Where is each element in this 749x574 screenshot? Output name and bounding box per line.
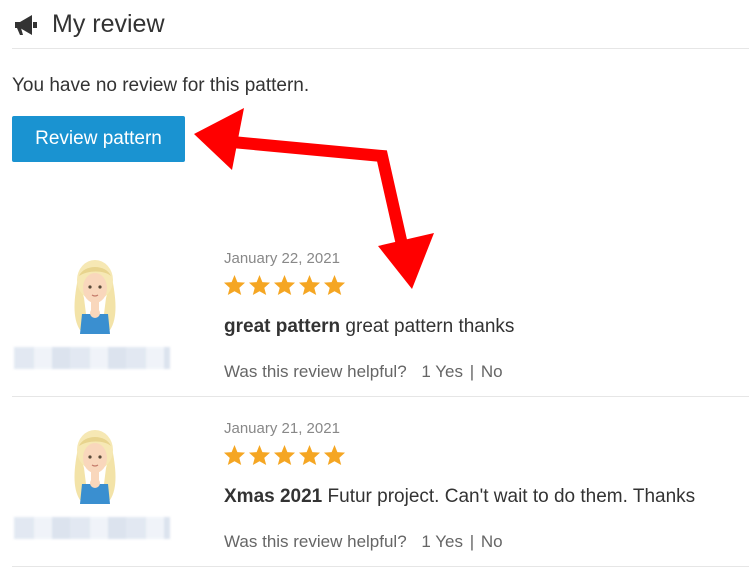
- helpful-no-link[interactable]: No: [481, 532, 503, 551]
- review-title: great pattern: [224, 316, 341, 337]
- username-blurred: [14, 517, 170, 539]
- review-content: Xmas 2021 Futur project. Can't wait to d…: [224, 486, 695, 508]
- review-date: January 22, 2021: [224, 250, 340, 267]
- star-icon: [248, 274, 271, 296]
- star-rating: [223, 274, 346, 296]
- star-icon: [323, 444, 346, 466]
- helpful-label: Was this review helpful?: [224, 362, 407, 381]
- megaphone-icon: [15, 15, 37, 35]
- helpful-no-link[interactable]: No: [481, 362, 503, 381]
- helpful-prompt: Was this review helpful? 1 Yes | No: [224, 532, 503, 552]
- star-icon: [223, 444, 246, 466]
- username-blurred: [14, 347, 170, 369]
- helpful-separator: |: [469, 362, 475, 381]
- section-header: My review: [12, 8, 749, 49]
- review-item: January 22, 2021 great pattern great pat…: [12, 244, 749, 397]
- helpful-yes-link[interactable]: 1 Yes: [421, 362, 463, 381]
- star-icon: [223, 274, 246, 296]
- helpful-yes-link[interactable]: 1 Yes: [421, 532, 463, 551]
- review-date: January 21, 2021: [224, 420, 340, 437]
- user-avatar: [74, 260, 116, 334]
- helpful-separator: |: [469, 532, 475, 551]
- review-title: Xmas 2021: [224, 486, 323, 507]
- review-body: great pattern thanks: [345, 316, 515, 337]
- section-title: My review: [52, 10, 165, 38]
- star-rating: [223, 444, 346, 466]
- user-avatar: [74, 430, 116, 504]
- helpful-label: Was this review helpful?: [224, 532, 407, 551]
- review-item: January 21, 2021 Xmas 2021 Futur project…: [12, 414, 749, 567]
- no-review-message: You have no review for this pattern.: [12, 75, 310, 96]
- star-icon: [298, 444, 321, 466]
- review-pattern-button[interactable]: Review pattern: [12, 116, 185, 162]
- star-icon: [248, 444, 271, 466]
- helpful-prompt: Was this review helpful? 1 Yes | No: [224, 362, 503, 382]
- star-icon: [273, 444, 296, 466]
- star-icon: [298, 274, 321, 296]
- review-body: Futur project. Can't wait to do them. Th…: [327, 486, 696, 507]
- star-icon: [273, 274, 296, 296]
- star-icon: [323, 274, 346, 296]
- review-content: great pattern great pattern thanks: [224, 316, 514, 338]
